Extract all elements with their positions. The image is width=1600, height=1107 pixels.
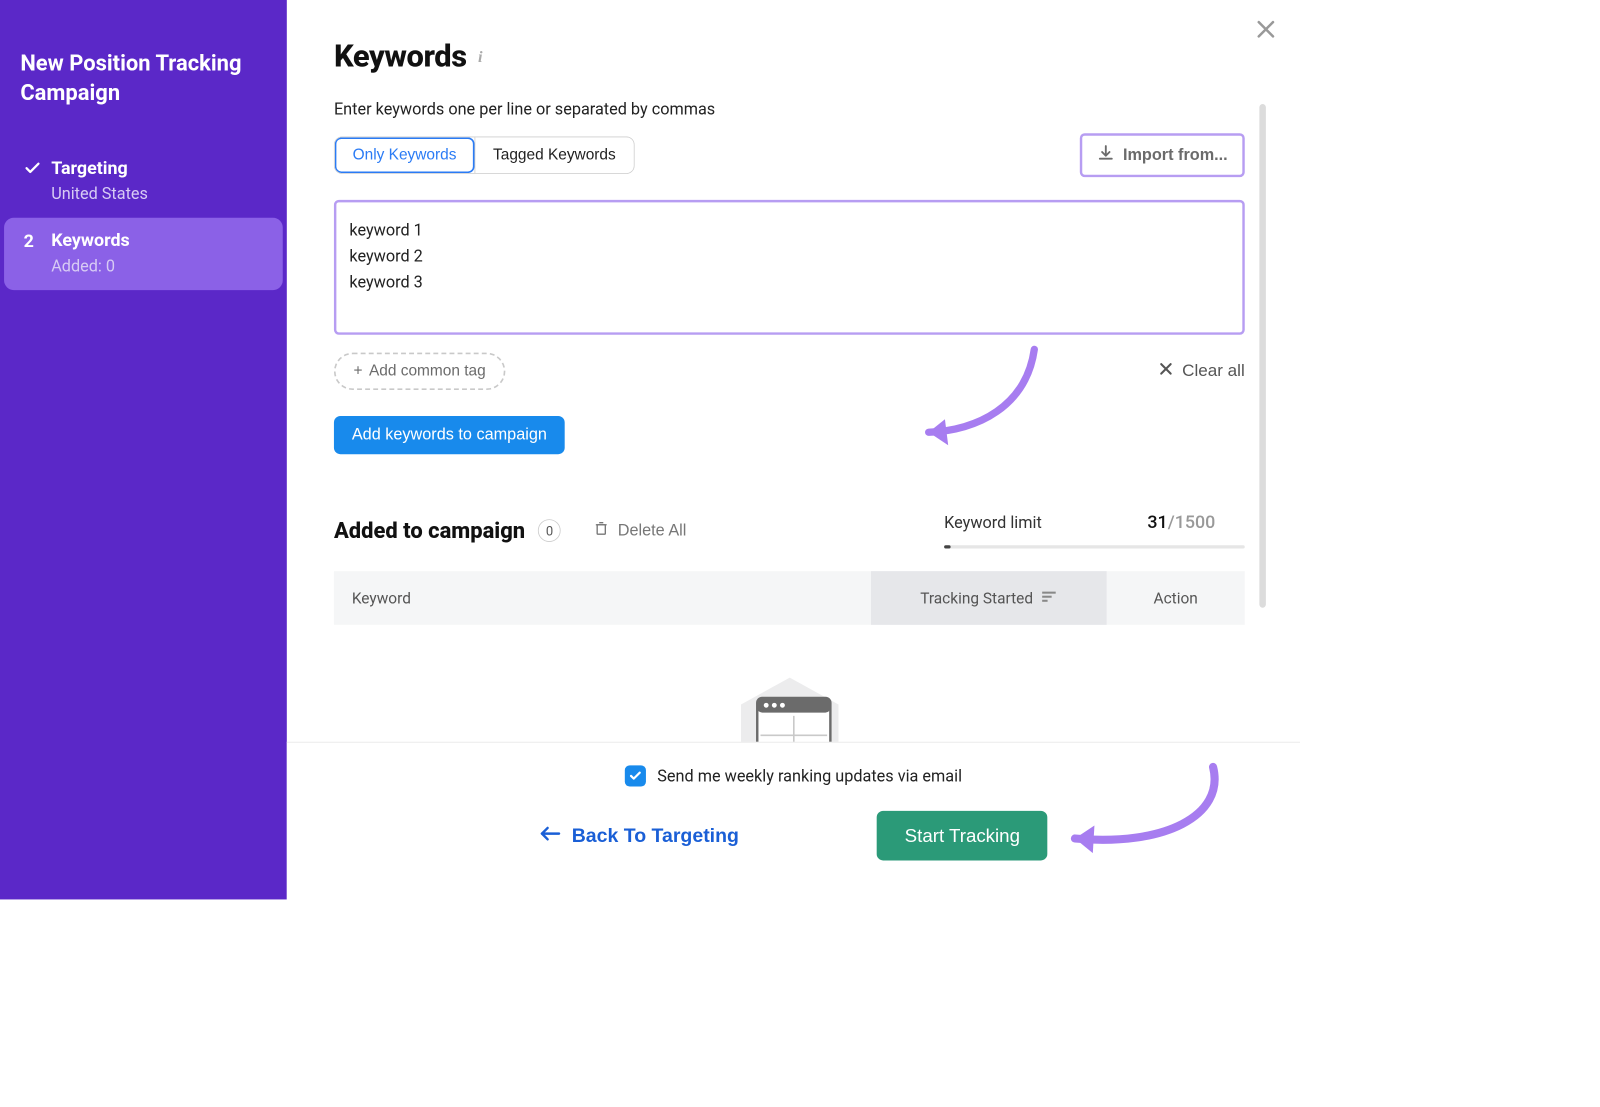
added-count-badge: 0 (538, 519, 561, 542)
close-icon[interactable] (1250, 13, 1283, 46)
import-from-button[interactable]: Import from... (1080, 133, 1245, 177)
weekly-email-checkbox[interactable] (625, 765, 646, 786)
delete-all-label: Delete All (618, 521, 687, 540)
weekly-email-label: Send me weekly ranking updates via email (657, 766, 962, 786)
keywords-textarea[interactable] (338, 204, 1241, 328)
add-common-tag-button[interactable]: + Add common tag (334, 353, 505, 390)
annotation-arrow (1026, 759, 1229, 865)
sort-icon (1041, 589, 1057, 608)
col-action: Action (1107, 571, 1245, 625)
download-icon (1097, 144, 1115, 167)
clear-all-button[interactable]: Clear all (1158, 361, 1245, 382)
limit-total: /1500 (1168, 513, 1216, 533)
delete-all-button[interactable]: Delete All (593, 519, 686, 542)
limit-used: 31 (1147, 513, 1167, 533)
add-keywords-button[interactable]: Add keywords to campaign (334, 416, 565, 454)
arrow-left-icon (539, 824, 560, 847)
keywords-table-header: Keyword Tracking Started Action (334, 571, 1245, 625)
back-to-targeting-button[interactable]: Back To Targeting (539, 824, 739, 847)
check-icon (24, 158, 52, 183)
scrollbar[interactable] (1259, 104, 1266, 608)
step-title: Targeting (51, 158, 148, 178)
keywords-textarea-wrap (334, 200, 1245, 335)
clear-all-label: Clear all (1182, 362, 1245, 382)
keyword-mode-toggle: Only Keywords Tagged Keywords (334, 137, 634, 174)
step-targeting[interactable]: Targeting United States (4, 145, 283, 217)
col-keyword[interactable]: Keyword (334, 571, 871, 625)
wizard-sidebar: New Position Tracking Campaign Targeting… (0, 0, 287, 899)
step-title: Keywords (51, 231, 130, 251)
tagged-keywords-tab[interactable]: Tagged Keywords (474, 137, 633, 173)
added-section-title: Added to campaign (334, 518, 525, 544)
limit-progress-bar (944, 545, 1245, 548)
import-label: Import from... (1123, 146, 1228, 165)
wizard-footer: Send me weekly ranking updates via email… (287, 742, 1300, 900)
start-tracking-button[interactable]: Start Tracking (877, 811, 1048, 861)
plus-icon: + (353, 362, 362, 380)
info-icon[interactable]: i (478, 48, 483, 67)
instruction-text: Enter keywords one per line or separated… (334, 99, 1245, 119)
col-tracking-started[interactable]: Tracking Started (871, 571, 1107, 625)
keyword-limit: Keyword limit 31/1500 (944, 513, 1245, 549)
limit-label: Keyword limit (944, 513, 1042, 533)
trash-icon (593, 519, 609, 542)
step-subtitle: Added: 0 (51, 256, 130, 276)
campaign-title: New Position Tracking Campaign (4, 49, 283, 146)
only-keywords-tab[interactable]: Only Keywords (335, 137, 475, 173)
add-tag-label: Add common tag (369, 362, 486, 380)
step-keywords[interactable]: 2 Keywords Added: 0 (4, 218, 283, 290)
step-number: 2 (24, 231, 52, 254)
page-title: Keywords (334, 39, 467, 75)
close-icon (1158, 361, 1174, 382)
back-label: Back To Targeting (572, 824, 739, 847)
step-subtitle: United States (51, 184, 148, 204)
